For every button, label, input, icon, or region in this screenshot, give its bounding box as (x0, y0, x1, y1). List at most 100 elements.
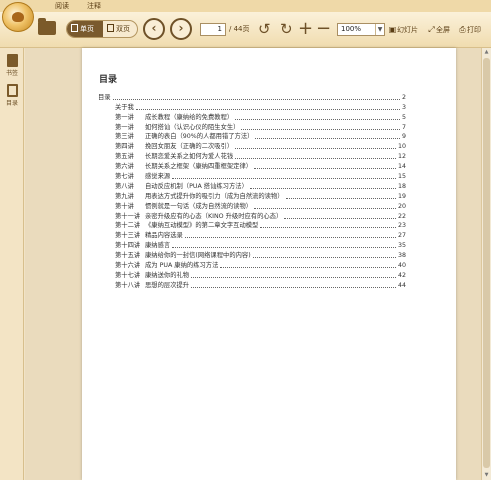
sidebar-item-bookmark[interactable]: 书签 (0, 54, 24, 77)
chevron-down-icon: ▼ (375, 24, 384, 35)
list-icon (6, 84, 18, 97)
bookmark-icon (6, 54, 18, 67)
dot-leader (191, 286, 396, 288)
toc-entry-page: 42 (397, 271, 406, 279)
toc-entry-number: 第一讲 (115, 113, 134, 121)
dot-leader (191, 276, 396, 278)
dot-leader (254, 168, 396, 170)
toc-entry-page: 27 (397, 232, 406, 240)
toc-entry[interactable]: 第八讲 自动反应机制（PUA 搭讪练习方法） 18 (98, 181, 406, 191)
toc-entry[interactable]: 第十三讲 精品内容选录 27 (98, 230, 406, 240)
rotate-right-icon[interactable]: ↻ (280, 20, 293, 38)
dot-leader (235, 158, 396, 160)
tab-read[interactable]: 阅读 (48, 0, 76, 12)
toc-entry[interactable]: 第十八讲 思想的层次提升 44 (98, 280, 406, 290)
toc-entry-title: 成为 PUA 康纳的练习方法 (145, 262, 219, 270)
toc-entry-page: 40 (397, 262, 406, 270)
fullscreen-button[interactable]: ⤢全屏 (427, 23, 450, 37)
sidebar-item-toc[interactable]: 目录 (0, 84, 24, 107)
toc-entry-number: 第十一讲 (115, 212, 141, 220)
toc-entry-number: 第六讲 (115, 163, 134, 171)
dot-leader (172, 178, 396, 180)
toc-entry[interactable]: 第四讲 挽回女朋友（正确的二次吸引） 10 (98, 141, 406, 151)
toc-entry-title: 用表达方式提升你的吸引力（成为自然流的读物） (145, 192, 284, 200)
left-sidebar: 书签 目录 (0, 48, 24, 480)
arrow-left-icon[interactable]: ‹ (143, 18, 165, 40)
toc-entry-number: 第十五讲 (115, 252, 141, 260)
scroll-up-icon[interactable]: ▲ (482, 48, 491, 57)
toc-entry-page: 35 (397, 242, 406, 250)
toc-entry[interactable]: 第一讲 如何搭讪（认识心仪的陌生女生） 7 (98, 122, 406, 132)
toc-entry[interactable]: 第十二讲 《康纳互动模型》的第二章文字互动模型 23 (98, 221, 406, 231)
toc-entry-page: 5 (401, 113, 406, 121)
toc-entry-page: 18 (397, 182, 406, 190)
toc-entry-title: 康纳送你的礼物 (145, 271, 190, 279)
toc-entry-title: 长期关系之框架（康纳四重框架定律） (145, 163, 253, 171)
toc-entry-title: 成长教程（康纳给的免费教程） (145, 113, 234, 121)
toc-entry-number: 第八讲 (115, 182, 134, 190)
toc-entry[interactable]: 目录 2 (98, 92, 406, 102)
toc-entry-page: 44 (397, 281, 406, 289)
toc-entry-number: 第十六讲 (115, 262, 141, 270)
app-logo (2, 2, 34, 32)
toc-entry-title: 如何搭讪（认识心仪的陌生女生） (145, 123, 240, 131)
page-title: 目录 (99, 75, 118, 85)
toc-entry-page: 2 (401, 93, 406, 101)
toc-entry-number: 第五讲 (115, 153, 134, 161)
print-button[interactable]: ⎙打印 (458, 23, 481, 37)
toc-entry-page: 3 (401, 103, 406, 111)
toc-entry[interactable]: 第三讲 正确的表白（90%的人都用错了方法） 9 (98, 132, 406, 142)
toc-entry-title: 精品内容选录 (145, 232, 183, 240)
toc-entry-number: 第三讲 (115, 133, 134, 141)
toc-entry[interactable]: 第五讲 长期恋爱关系之如何为爱人花钱 12 (98, 151, 406, 161)
toc-entry[interactable]: 第九讲 用表达方式提升你的吸引力（成为自然流的读物） 19 (98, 191, 406, 201)
dot-leader (172, 247, 396, 249)
toc-entry[interactable]: 第十六讲 成为 PUA 康纳的练习方法 40 (98, 260, 406, 270)
toc-entry-page: 20 (397, 202, 406, 210)
slideshow-button[interactable]: ▣幻灯片 (388, 23, 418, 37)
dot-leader (220, 267, 396, 269)
dot-leader (252, 257, 396, 259)
page-number-input[interactable]: 1 (200, 23, 226, 36)
toc-entry[interactable]: 第十五讲 康纳给你的一封信(网络课程中的内容) 38 (98, 250, 406, 260)
double-page-button[interactable]: 双页 (103, 21, 137, 37)
toc-entry[interactable]: 第十四讲 康纳感言 35 (98, 240, 406, 250)
tab-annotate[interactable]: 注释 (80, 0, 108, 12)
dot-leader (260, 227, 396, 229)
toc-entry-page: 7 (401, 123, 406, 131)
toc-entry[interactable]: 第一讲 成长教程（康纳给的免费教程） 5 (98, 112, 406, 122)
toc-entry[interactable]: 第七讲 感觉来源 15 (98, 171, 406, 181)
slideshow-icon: ▣ (388, 25, 397, 34)
rotate-left-icon[interactable]: ↺ (258, 20, 271, 38)
minus-icon[interactable]: − (316, 20, 331, 38)
toc-entry-title: 感觉来源 (145, 173, 171, 181)
toc-entry[interactable]: 第十讲 惯例就是一句话（成为自然流的读物） 20 (98, 201, 406, 211)
toc-entry-page: 10 (397, 143, 406, 151)
toc-entry[interactable]: 第六讲 长期关系之框架（康纳四重框架定律） 14 (98, 161, 406, 171)
toc-entry-page: 14 (397, 163, 406, 171)
toc-entry[interactable]: 关于我 3 (98, 102, 406, 112)
single-page-icon (71, 24, 78, 32)
dot-leader (235, 118, 400, 120)
toc-entry-number: 第十讲 (115, 202, 134, 210)
toc-entry-number: 第十三讲 (115, 232, 141, 240)
toc-entry-page: 12 (397, 153, 406, 161)
double-page-icon (107, 24, 114, 32)
toc-entry[interactable]: 第十一讲 亲密升级应有的心态（KINO 升级时应有的心态） 22 (98, 211, 406, 221)
toc-entry-page: 23 (397, 222, 406, 230)
toc-entry-title: 亲密升级应有的心态（KINO 升级时应有的心态） (145, 212, 283, 220)
scroll-down-icon[interactable]: ▼ (482, 471, 491, 480)
toc-entry-title: 目录 (98, 93, 111, 101)
zoom-select[interactable]: 100% ▼ (337, 23, 385, 36)
view-mode-toggle: 单页 双页 (66, 20, 138, 38)
toc-entry[interactable]: 第十七讲 康纳送你的礼物 42 (98, 270, 406, 280)
arrow-right-icon[interactable]: › (170, 18, 192, 40)
open-folder-icon[interactable] (38, 18, 56, 35)
plus-icon[interactable]: + (298, 20, 313, 38)
single-page-button[interactable]: 单页 (67, 21, 103, 37)
scrollbar-thumb[interactable] (483, 58, 490, 468)
toc-entry-page: 19 (397, 192, 406, 200)
toc-entry-title: 挽回女朋友（正确的二次吸引） (145, 143, 234, 151)
vertical-scrollbar[interactable]: ▲ ▼ (481, 48, 491, 480)
page-total: / 44页 (229, 25, 250, 33)
